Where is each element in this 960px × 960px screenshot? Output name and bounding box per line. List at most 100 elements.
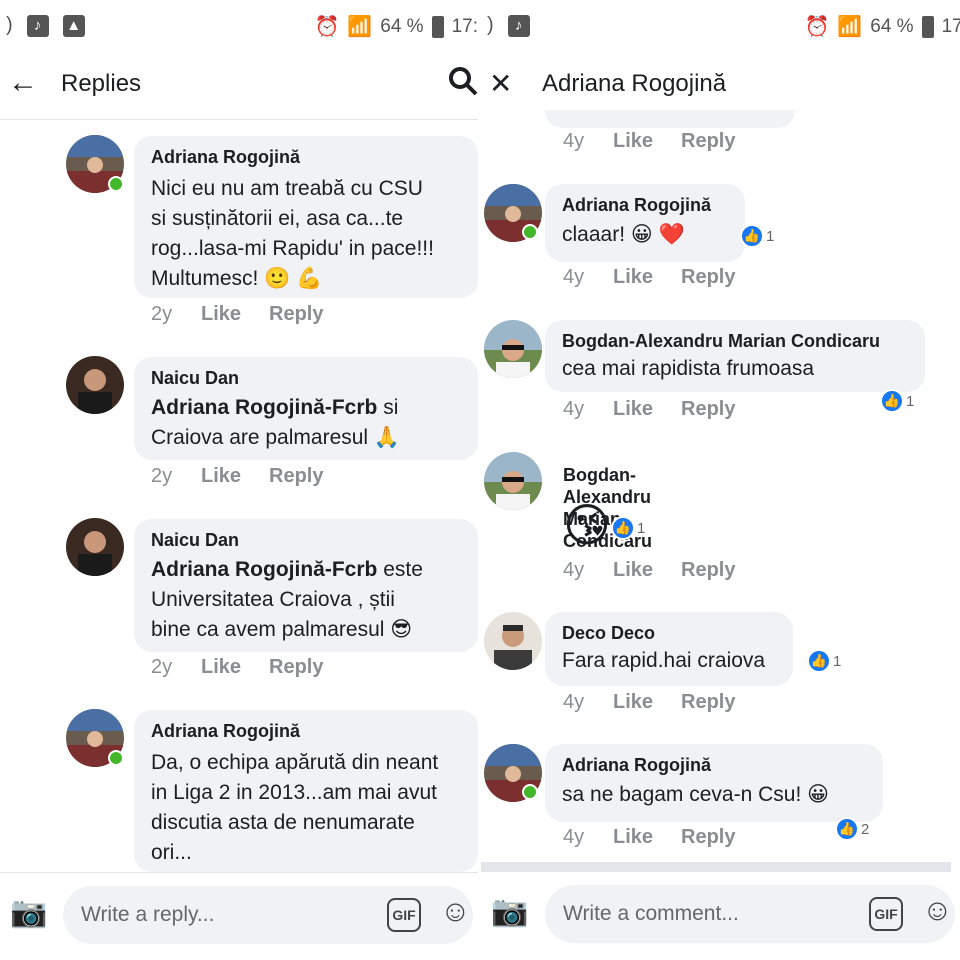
comment-text-line: Adriana Rogojină-Fcrb si: [151, 393, 462, 423]
comment-bubble[interactable]: Adriana Rogojină Da, o echipa apărută di…: [134, 710, 478, 872]
comment-actions: 4y Like Reply: [563, 691, 735, 714]
status-bar: ) ♪ ▲ ⏰ 📶 64 % 17:: [0, 0, 478, 56]
comment-author[interactable]: Bogdan-Alexandru Marian Condicaru: [562, 330, 909, 352]
reply-button[interactable]: Reply: [681, 559, 735, 582]
avatar[interactable]: [484, 320, 542, 378]
online-indicator: [108, 176, 124, 192]
comment-author[interactable]: Adriana Rogojină: [562, 754, 867, 776]
wifi-icon: 📶: [837, 16, 863, 38]
comments-panel: ) ♪ ⏰ 📶 64 % 17: ✕ Adriana Rogojină 4y L…: [481, 0, 960, 960]
reply-button[interactable]: Reply: [681, 691, 735, 714]
thumbs-up-icon: 👍: [740, 224, 764, 248]
reaction-count[interactable]: 👍 1: [880, 389, 914, 413]
comment-author[interactable]: Adriana Rogojină: [151, 146, 462, 168]
comment-bubble[interactable]: Naicu Dan Adriana Rogojină-Fcrb este Uni…: [134, 519, 478, 652]
comment-bubble[interactable]: Naicu Dan Adriana Rogojină-Fcrb si Craio…: [134, 357, 478, 460]
comment-text-line: Adriana Rogojină-Fcrb este: [151, 555, 462, 585]
previous-comment-bubble: [545, 110, 795, 128]
comment-actions: 4y Like Reply: [563, 130, 735, 153]
comment-actions: 4y Like Reply: [563, 559, 735, 582]
comment-age: 2y: [151, 465, 173, 487]
comment-bubble[interactable]: Adriana Rogojină sa ne bagam ceva-n Csu!…: [545, 744, 883, 822]
like-button[interactable]: Like: [201, 303, 269, 326]
reply-composer: 📷 GIF ☺: [0, 872, 478, 960]
smile-icon[interactable]: ☺: [922, 894, 953, 928]
like-button[interactable]: Like: [613, 130, 681, 153]
like-button[interactable]: Like: [613, 398, 681, 421]
reply-button[interactable]: Reply: [269, 465, 323, 488]
close-icon[interactable]: ✕: [489, 70, 512, 98]
comment-text: sa ne bagam ceva-n Csu! 😀: [562, 783, 830, 806]
comment-actions: 4y Like Reply: [563, 826, 735, 849]
back-arrow-icon[interactable]: ←: [8, 68, 38, 98]
comment-age: 4y: [563, 559, 585, 581]
like-button[interactable]: Like: [201, 465, 269, 488]
comment-age: 4y: [563, 398, 585, 420]
replies-panel: ) ♪ ▲ ⏰ 📶 64 % 17: ← Replies Adriana Rog…: [0, 0, 478, 960]
comment-actions: 2y Like Reply: [151, 656, 323, 679]
reply-button[interactable]: Reply: [681, 130, 735, 153]
smile-icon[interactable]: ☺: [440, 895, 471, 929]
comment-author[interactable]: Adriana Rogojină: [151, 720, 462, 742]
reaction-count[interactable]: 👍 1: [611, 516, 645, 540]
mention-link[interactable]: Adriana Rogojină-Fcrb: [151, 558, 377, 581]
comment-text: Nici eu nu am treabă cu CSU si susținăto…: [151, 177, 434, 290]
reply-button[interactable]: Reply: [269, 303, 323, 326]
comment-bubble[interactable]: Bogdan-Alexandru Marian Condicaru cea ma…: [545, 320, 925, 392]
online-indicator: [522, 224, 538, 240]
brightness-icon: ): [487, 14, 494, 36]
reply-button[interactable]: Reply: [681, 266, 735, 289]
comment-bubble[interactable]: Adriana Rogojină claaar! 😀 ❤️: [545, 184, 745, 262]
camera-icon[interactable]: 📷: [491, 894, 528, 929]
gif-icon[interactable]: GIF: [869, 897, 903, 931]
comment-age: 4y: [563, 130, 585, 152]
thumbs-up-icon: 👍: [611, 516, 635, 540]
like-button[interactable]: Like: [613, 826, 681, 849]
clock: 17:: [941, 15, 960, 37]
like-button[interactable]: Like: [613, 559, 681, 582]
avatar[interactable]: [66, 356, 124, 414]
comment-age: 2y: [151, 656, 173, 678]
alarm-icon: ⏰: [804, 16, 830, 38]
reaction-count[interactable]: 👍 1: [740, 224, 774, 248]
gallery-icon: ▲: [62, 14, 85, 37]
page-title: Adriana Rogojină: [542, 70, 727, 97]
reply-button[interactable]: Reply: [681, 398, 735, 421]
comment-author[interactable]: Adriana Rogojină: [562, 194, 729, 216]
page-title: Replies: [61, 70, 142, 97]
comment-author[interactable]: Naicu Dan: [151, 529, 462, 551]
comment-actions: 4y Like Reply: [563, 266, 735, 289]
reaction-count[interactable]: 👍 2: [835, 817, 869, 841]
comment-author[interactable]: Deco Deco: [562, 622, 777, 644]
like-button[interactable]: Like: [201, 656, 269, 679]
battery-percent: 64 %: [380, 15, 424, 37]
like-button[interactable]: Like: [613, 266, 681, 289]
avatar[interactable]: [484, 612, 542, 670]
clock: 17:: [451, 15, 478, 37]
comment-bubble[interactable]: Deco Deco Fara rapid.hai craiova: [545, 612, 793, 686]
comment-text: Fara rapid.hai craiova: [562, 649, 766, 672]
mention-link[interactable]: Adriana Rogojină-Fcrb: [151, 396, 377, 419]
reply-button[interactable]: Reply: [269, 656, 323, 679]
alarm-icon: ⏰: [314, 16, 340, 38]
avatar[interactable]: [66, 518, 124, 576]
comment-author[interactable]: Naicu Dan: [151, 367, 462, 389]
avatar[interactable]: [484, 452, 542, 510]
comment-age: 2y: [151, 303, 173, 325]
status-bar: ) ♪ ⏰ 📶 64 % 17:: [481, 0, 960, 56]
comment-actions: 2y Like Reply: [151, 465, 323, 488]
comment-age: 4y: [563, 691, 585, 713]
battery-percent: 64 %: [870, 15, 914, 37]
reaction-count[interactable]: 👍 1: [807, 649, 841, 673]
comment-age: 4y: [563, 266, 585, 288]
comment-bubble[interactable]: Adriana Rogojină Nici eu nu am treabă cu…: [134, 136, 478, 298]
kiss-emoji-sticker: 😘: [563, 499, 611, 551]
like-button[interactable]: Like: [613, 691, 681, 714]
comment-age: 4y: [563, 826, 585, 848]
search-icon[interactable]: [448, 66, 478, 102]
battery-icon: [921, 15, 934, 38]
gif-icon[interactable]: GIF: [387, 898, 421, 932]
reply-button[interactable]: Reply: [681, 826, 735, 849]
camera-icon[interactable]: 📷: [10, 895, 47, 930]
thumbs-up-icon: 👍: [807, 649, 831, 673]
